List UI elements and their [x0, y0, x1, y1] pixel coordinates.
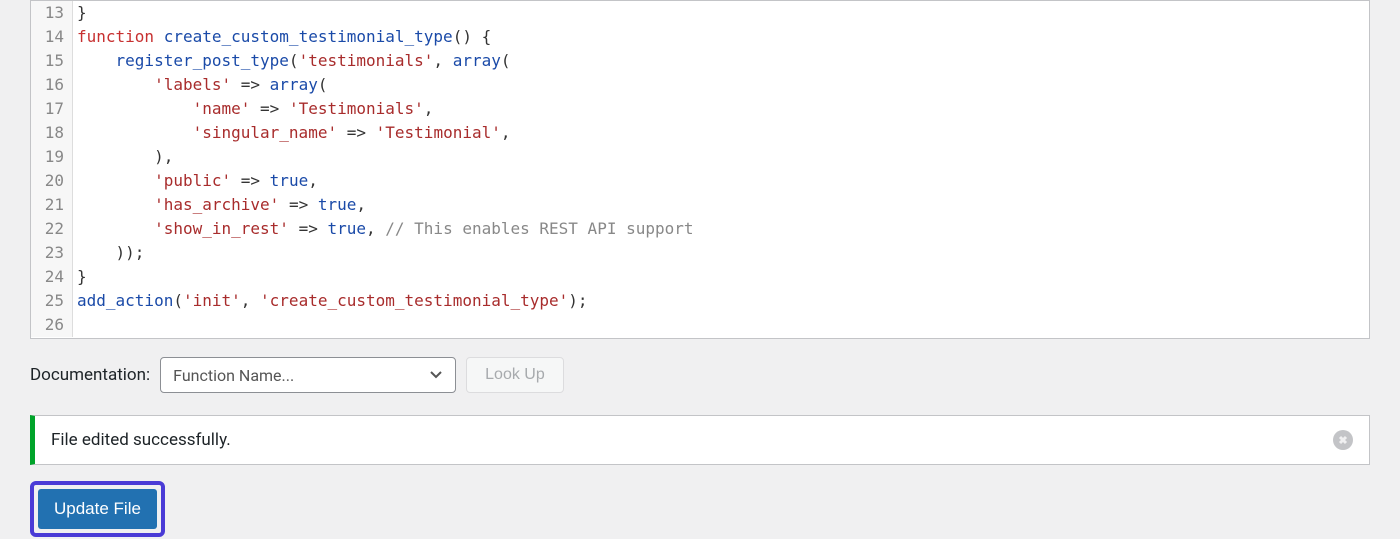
close-icon[interactable] [1333, 430, 1353, 450]
update-file-button[interactable]: Update File [38, 489, 157, 529]
code-line[interactable]: 17 'name' => 'Testimonials', [31, 97, 1369, 121]
line-number: 19 [31, 145, 73, 169]
code-content[interactable]: function create_custom_testimonial_type(… [73, 25, 1369, 49]
lookup-button[interactable]: Look Up [466, 357, 564, 393]
update-file-highlight: Update File [30, 481, 165, 537]
line-number: 15 [31, 49, 73, 73]
select-placeholder: Function Name... [173, 366, 294, 385]
function-name-select[interactable]: Function Name... [160, 357, 456, 393]
documentation-row: Documentation: Function Name... Look Up [30, 357, 1370, 393]
code-line[interactable]: 21 'has_archive' => true, [31, 193, 1369, 217]
code-content[interactable]: ), [73, 145, 1369, 169]
code-editor[interactable]: 13}14function create_custom_testimonial_… [30, 0, 1370, 339]
code-content[interactable]: 'labels' => array( [73, 73, 1369, 97]
line-number: 23 [31, 241, 73, 265]
code-content[interactable]: 'name' => 'Testimonials', [73, 97, 1369, 121]
line-number: 26 [31, 313, 73, 337]
line-number: 24 [31, 265, 73, 289]
line-number: 17 [31, 97, 73, 121]
code-content[interactable]: 'show_in_rest' => true, // This enables … [73, 217, 1369, 241]
code-line[interactable]: 18 'singular_name' => 'Testimonial', [31, 121, 1369, 145]
code-line[interactable]: 22 'show_in_rest' => true, // This enabl… [31, 217, 1369, 241]
line-number: 13 [31, 1, 73, 25]
line-number: 16 [31, 73, 73, 97]
code-line[interactable]: 25add_action('init', 'create_custom_test… [31, 289, 1369, 313]
line-number: 14 [31, 25, 73, 49]
line-number: 25 [31, 289, 73, 313]
code-line[interactable]: 14function create_custom_testimonial_typ… [31, 25, 1369, 49]
line-number: 20 [31, 169, 73, 193]
code-line[interactable]: 23 )); [31, 241, 1369, 265]
line-number: 21 [31, 193, 73, 217]
chevron-down-icon [429, 368, 443, 382]
code-content[interactable]: 'public' => true, [73, 169, 1369, 193]
notice-message: File edited successfully. [51, 430, 231, 450]
code-line[interactable]: 20 'public' => true, [31, 169, 1369, 193]
code-line[interactable]: 13} [31, 1, 1369, 25]
code-line[interactable]: 15 register_post_type('testimonials', ar… [31, 49, 1369, 73]
code-line[interactable]: 24} [31, 265, 1369, 289]
code-content[interactable]: } [73, 265, 1369, 289]
code-content[interactable]: } [73, 1, 1369, 25]
code-content[interactable]: register_post_type('testimonials', array… [73, 49, 1369, 73]
line-number: 22 [31, 217, 73, 241]
code-content[interactable]: 'has_archive' => true, [73, 193, 1369, 217]
code-content[interactable]: )); [73, 241, 1369, 265]
code-content[interactable]: add_action('init', 'create_custom_testim… [73, 289, 1369, 313]
code-line[interactable]: 26 [31, 313, 1369, 337]
code-line[interactable]: 16 'labels' => array( [31, 73, 1369, 97]
line-number: 18 [31, 121, 73, 145]
success-notice: File edited successfully. [30, 415, 1370, 465]
code-content[interactable]: 'singular_name' => 'Testimonial', [73, 121, 1369, 145]
code-line[interactable]: 19 ), [31, 145, 1369, 169]
documentation-label: Documentation: [30, 365, 150, 385]
